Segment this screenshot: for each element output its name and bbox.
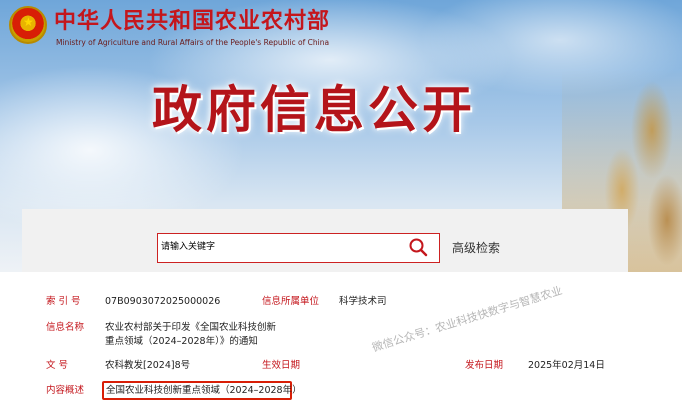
- index-label: 索 引 号: [46, 296, 81, 307]
- search-placeholder[interactable]: 请输入关键字: [161, 241, 215, 253]
- name-value-line2: 重点领域（2024–2028年）》的通知: [105, 336, 258, 347]
- effective-label: 生效日期: [262, 360, 301, 371]
- doc-value: 农科教发[2024]8号: [105, 360, 191, 371]
- name-value-line1: 农业农村部关于印发《全国农业科技创新: [105, 322, 277, 333]
- doc-label: 文 号: [46, 360, 69, 371]
- issued-label: 发布日期: [465, 360, 504, 371]
- national-emblem-icon[interactable]: ★: [9, 6, 47, 44]
- name-label: 信息名称: [46, 322, 85, 333]
- dept-value: 科学技术司: [339, 296, 387, 307]
- issued-value: 2025年02月14日: [528, 360, 605, 371]
- summary-value: 全国农业科技创新重点领域（2024–2028年）: [106, 385, 302, 396]
- ministry-name-en: Ministry of Agriculture and Rural Affair…: [56, 38, 330, 47]
- index-value: 07B0903072025000026: [105, 296, 221, 307]
- dept-label: 信息所属单位: [262, 296, 320, 307]
- advanced-search-link[interactable]: 高级检索: [452, 240, 500, 256]
- summary-label: 内容概述: [46, 385, 85, 396]
- ministry-name-cn[interactable]: 中华人民共和国农业农村部: [54, 8, 330, 34]
- page-hero-title: 政府信息公开: [152, 81, 476, 139]
- search-icon[interactable]: [408, 237, 428, 257]
